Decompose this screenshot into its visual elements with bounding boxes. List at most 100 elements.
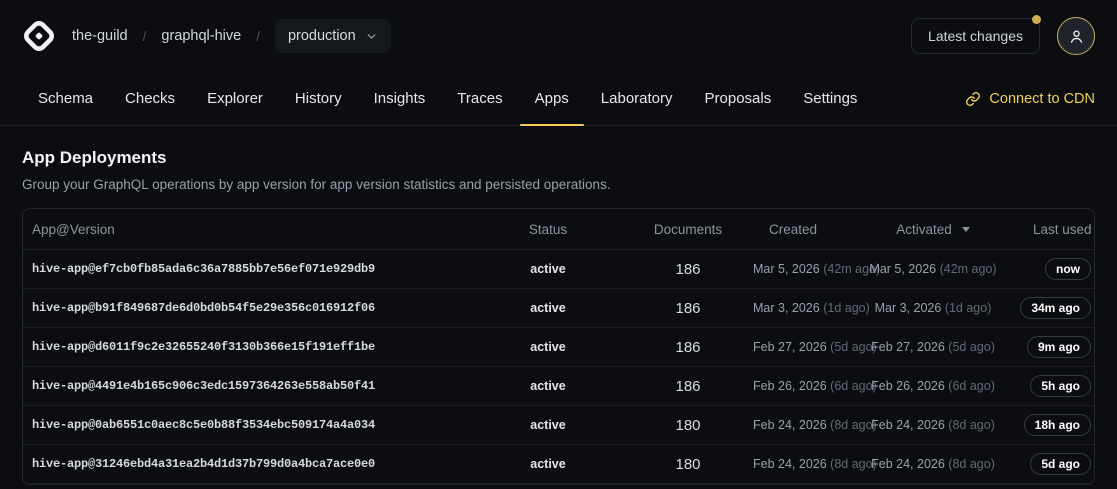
tab-laboratory[interactable]: Laboratory [585,72,689,125]
activated-cell: Feb 26, 2026 (6d ago) [833,379,1033,393]
activated-relative: (6d ago) [948,379,995,393]
page-subtitle: Group your GraphQL operations by app ver… [22,177,1095,192]
column-header-activated[interactable]: Activated [833,222,1033,237]
link-icon [965,91,981,107]
breadcrumb-project[interactable]: graphql-hive [161,28,241,44]
created-cell: Feb 27, 2026 (5d ago) [753,340,833,354]
table-row[interactable]: hive-app@b91f849687de6d0bd0b54f5e29e356c… [23,289,1094,328]
target-selector[interactable]: production [275,19,391,53]
table-row[interactable]: hive-app@4491e4b165c906c3edc1597364263e5… [23,367,1094,406]
last-used-badge: 34m ago [1020,297,1091,319]
breadcrumb: the-guild / graphql-hive / production [72,19,391,53]
created-date: Feb 26, 2026 [753,379,827,393]
activated-date: Mar 3, 2026 [875,301,942,315]
breadcrumb-separator: / [143,29,147,44]
column-header-app-version: App@Version [23,222,473,237]
created-cell: Mar 5, 2026 (42m ago) [753,262,833,276]
documents-cell: 186 [623,300,753,317]
last-used-cell: 34m ago [1033,297,1094,319]
activated-relative: (42m ago) [940,262,997,276]
status-cell: active [473,418,623,432]
page-title: App Deployments [22,148,1095,168]
table-row[interactable]: hive-app@ef7cb0fb85ada6c36a7885bb7e56ef0… [23,250,1094,289]
column-header-status: Status [473,222,623,237]
created-cell: Mar 3, 2026 (1d ago) [753,301,833,315]
tab-checks[interactable]: Checks [109,72,191,125]
column-header-documents: Documents [623,222,753,237]
breadcrumb-org[interactable]: the-guild [72,28,128,44]
last-used-badge: 5d ago [1030,453,1091,475]
app-version-cell: hive-app@b91f849687de6d0bd0b54f5e29e356c… [23,301,473,315]
status-cell: active [473,379,623,393]
documents-cell: 186 [623,378,753,395]
table-row[interactable]: hive-app@d6011f9c2e32655240f3130b366e15f… [23,328,1094,367]
activated-date: Feb 24, 2026 [871,457,945,471]
app-deployments-table: App@Version Status Documents Created Act… [22,208,1095,485]
user-avatar[interactable] [1057,17,1095,55]
app-version-cell: hive-app@d6011f9c2e32655240f3130b366e15f… [23,340,473,354]
table-body: hive-app@ef7cb0fb85ada6c36a7885bb7e56ef0… [23,250,1094,484]
table-row[interactable]: hive-app@31246ebd4a31ea2b4d1d37b799d0a4b… [23,445,1094,484]
created-cell: Feb 24, 2026 (8d ago) [753,418,833,432]
tab-history[interactable]: History [279,72,358,125]
activated-relative: (5d ago) [948,340,995,354]
tab-traces[interactable]: Traces [441,72,518,125]
tab-apps[interactable]: Apps [519,72,585,125]
created-date: Mar 3, 2026 [753,301,820,315]
status-cell: active [473,262,623,276]
documents-cell: 186 [623,339,753,356]
last-used-cell: now [1033,258,1094,280]
last-used-badge: now [1045,258,1091,280]
notification-dot [1032,15,1041,24]
last-used-cell: 5h ago [1033,375,1094,397]
activated-date: Feb 26, 2026 [871,379,945,393]
table-header-row: App@Version Status Documents Created Act… [23,209,1094,250]
top-bar: the-guild / graphql-hive / production La… [0,0,1117,72]
activated-relative: (1d ago) [945,301,992,315]
created-cell: Feb 26, 2026 (6d ago) [753,379,833,393]
connect-to-cdn-link[interactable]: Connect to CDN [965,72,1095,125]
last-used-cell: 9m ago [1033,336,1094,358]
caret-down-icon [962,227,970,232]
last-used-cell: 5d ago [1033,453,1094,475]
top-bar-right: Latest changes [911,17,1095,55]
app-version-cell: hive-app@4491e4b165c906c3edc1597364263e5… [23,379,473,393]
tab-proposals[interactable]: Proposals [689,72,788,125]
activated-date: Mar 5, 2026 [869,262,936,276]
activated-cell: Mar 3, 2026 (1d ago) [833,301,1033,315]
column-header-activated-label: Activated [896,222,952,237]
activated-relative: (8d ago) [948,418,995,432]
breadcrumb-separator: / [256,29,260,44]
tab-schema[interactable]: Schema [22,72,109,125]
nav-tabs: SchemaChecksExplorerHistoryInsightsTrace… [22,72,873,125]
chevron-down-icon [365,30,378,43]
status-cell: active [473,457,623,471]
documents-cell: 180 [623,417,753,434]
status-cell: active [473,340,623,354]
column-header-created: Created [753,222,833,237]
target-selector-label: production [288,28,356,44]
activated-cell: Feb 24, 2026 (8d ago) [833,457,1033,471]
last-used-badge: 5h ago [1030,375,1091,397]
app-version-cell: hive-app@0ab6551c0aec8c5e0b88f3534ebc509… [23,418,473,432]
table-row[interactable]: hive-app@0ab6551c0aec8c5e0b88f3534ebc509… [23,406,1094,445]
last-used-cell: 18h ago [1033,414,1094,436]
created-cell: Feb 24, 2026 (8d ago) [753,457,833,471]
created-date: Feb 24, 2026 [753,457,827,471]
activated-date: Feb 24, 2026 [871,418,945,432]
latest-changes-label: Latest changes [928,28,1023,44]
tab-insights[interactable]: Insights [358,72,442,125]
hive-logo[interactable] [22,19,56,53]
created-date: Mar 5, 2026 [753,262,820,276]
hive-logo-icon [22,19,56,53]
tab-explorer[interactable]: Explorer [191,72,279,125]
app-version-cell: hive-app@31246ebd4a31ea2b4d1d37b799d0a4b… [23,457,473,471]
activated-cell: Feb 24, 2026 (8d ago) [833,418,1033,432]
app-version-cell: hive-app@ef7cb0fb85ada6c36a7885bb7e56ef0… [23,262,473,276]
activated-cell: Feb 27, 2026 (5d ago) [833,340,1033,354]
created-date: Feb 24, 2026 [753,418,827,432]
column-header-last-used: Last used [1033,222,1094,237]
latest-changes-button[interactable]: Latest changes [911,18,1040,54]
main-content: App Deployments Group your GraphQL opera… [0,148,1117,485]
tab-settings[interactable]: Settings [787,72,873,125]
